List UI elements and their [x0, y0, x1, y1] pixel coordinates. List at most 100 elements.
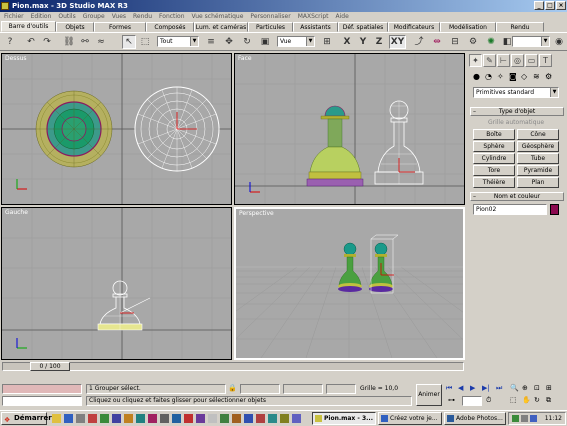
- cylinder-button[interactable]: Cylindre: [473, 153, 515, 164]
- torus-button[interactable]: Tore: [473, 165, 515, 176]
- tab-toolbar[interactable]: Barre d'outils: [1, 21, 56, 32]
- maximize-button[interactable]: □: [545, 1, 555, 10]
- axis-z-button[interactable]: Z: [372, 35, 386, 49]
- autogrid-checkbox[interactable]: Grille automatique: [473, 118, 559, 128]
- quicklaunch-desktop-icon[interactable]: [76, 414, 85, 423]
- move-icon[interactable]: ✥: [222, 35, 236, 49]
- tab-shapes[interactable]: Formes: [94, 22, 146, 32]
- menu-file[interactable]: Fichier: [4, 13, 24, 20]
- helpers-icon[interactable]: ◇: [521, 72, 527, 81]
- shapes-icon[interactable]: ◔: [485, 72, 492, 81]
- menu-tools[interactable]: Outils: [58, 13, 75, 20]
- region-zoom-icon[interactable]: ⬚: [510, 396, 517, 404]
- menu-views[interactable]: Vues: [112, 13, 126, 20]
- animate-button[interactable]: Animer: [416, 384, 442, 406]
- named-selection-dropdown[interactable]: ▼: [512, 36, 550, 47]
- redo-icon[interactable]: ↷: [40, 35, 54, 49]
- create-tab-icon[interactable]: ✦: [469, 54, 482, 67]
- pivot-center-icon[interactable]: ⊞: [320, 35, 334, 49]
- hierarchy-tab-icon[interactable]: ⊢: [497, 54, 510, 67]
- tray-app-icon[interactable]: [530, 415, 537, 422]
- material-editor-icon[interactable]: ✺: [484, 35, 498, 49]
- scale-icon[interactable]: ▣: [258, 35, 272, 49]
- quicklaunch-app4-icon[interactable]: [124, 414, 133, 423]
- task-photoshop[interactable]: Adobe Photos...: [444, 412, 506, 425]
- undo-icon[interactable]: ↶: [24, 35, 38, 49]
- tab-rendering[interactable]: Rendu: [496, 22, 544, 32]
- quicklaunch-app13-icon[interactable]: [232, 414, 241, 423]
- maxscript-listener[interactable]: [2, 384, 82, 394]
- selection-filter-dropdown[interactable]: Tout ▼: [157, 36, 199, 47]
- quicklaunch-app11-icon[interactable]: [208, 414, 217, 423]
- inverse-kinematics-icon[interactable]: ⤴: [412, 35, 426, 49]
- select-icon[interactable]: ↖: [122, 35, 136, 49]
- utilities-tab-icon[interactable]: T: [539, 54, 552, 67]
- minimize-button[interactable]: _: [534, 1, 544, 10]
- menu-customize[interactable]: Personnaliser: [250, 13, 290, 20]
- prev-frame-icon[interactable]: ◀: [458, 384, 463, 392]
- maximize-viewport-icon[interactable]: ⧉: [546, 396, 551, 405]
- tab-helpers[interactable]: Assistants: [293, 22, 338, 32]
- quicklaunch-app8-icon[interactable]: [172, 414, 181, 423]
- lock-icon[interactable]: 🔒: [228, 384, 237, 392]
- plane-button[interactable]: Plan: [517, 177, 559, 188]
- quicklaunch-app6-icon[interactable]: [148, 414, 157, 423]
- tray-volume-icon[interactable]: [521, 415, 528, 422]
- play-icon[interactable]: ▶: [470, 384, 475, 392]
- teapot-button[interactable]: Théière: [473, 177, 515, 188]
- quicklaunch-app15-icon[interactable]: [256, 414, 265, 423]
- task-3dsmax[interactable]: Pion.max - 3...: [312, 412, 376, 425]
- sphere-button[interactable]: Sphère: [473, 141, 515, 152]
- tab-modeling[interactable]: Modélisation: [440, 22, 496, 32]
- quicklaunch-app12-icon[interactable]: [220, 414, 229, 423]
- menu-edit[interactable]: Edition: [31, 13, 52, 20]
- reference-coord-dropdown[interactable]: Vue ▼: [277, 36, 315, 47]
- unlink-icon[interactable]: ⚯: [78, 35, 92, 49]
- goto-start-icon[interactable]: ⏮: [446, 384, 452, 393]
- zoom-extents-icon[interactable]: ⊡: [534, 384, 540, 392]
- viewport-left[interactable]: Gauche: [1, 207, 232, 360]
- cameras-icon[interactable]: ◙: [509, 72, 517, 81]
- quicklaunch-app2-icon[interactable]: [100, 414, 109, 423]
- tube-button[interactable]: Tube: [517, 153, 559, 164]
- name-color-rollout[interactable]: – Nom et couleur: [470, 192, 564, 201]
- viewport-perspective[interactable]: Perspective: [234, 207, 465, 360]
- quicklaunch-ie-icon[interactable]: [64, 414, 73, 423]
- maxscript-mini-listener[interactable]: [2, 396, 82, 406]
- quicklaunch-app10-icon[interactable]: [196, 414, 205, 423]
- task-browser[interactable]: Créez votre je...: [378, 412, 442, 425]
- axis-x-button[interactable]: X: [340, 35, 354, 49]
- quicklaunch-app7-icon[interactable]: [160, 414, 169, 423]
- quicklaunch-app3-icon[interactable]: [112, 414, 121, 423]
- category-dropdown[interactable]: Primitives standard ▼: [473, 87, 559, 98]
- start-button[interactable]: ❖ Démarrer: [1, 412, 52, 425]
- quicklaunch-explorer-icon[interactable]: [52, 414, 61, 423]
- object-type-rollout[interactable]: – Type d'objet: [470, 107, 564, 116]
- tab-space-warps[interactable]: Déf. spatiales: [338, 22, 388, 32]
- rotate-icon[interactable]: ↻: [240, 35, 254, 49]
- quicklaunch-app5-icon[interactable]: [136, 414, 145, 423]
- pan-icon[interactable]: ✋: [522, 396, 531, 404]
- goto-end-icon[interactable]: ⏭: [496, 384, 502, 393]
- mirror-icon[interactable]: ⇹: [430, 35, 444, 49]
- quicklaunch-app18-icon[interactable]: [292, 414, 301, 423]
- time-slider-thumb[interactable]: 0 / 100: [30, 362, 70, 371]
- next-frame-icon[interactable]: ▶|: [482, 384, 490, 392]
- tab-modifiers[interactable]: Modificateurs: [388, 22, 440, 32]
- tab-objects[interactable]: Objets: [56, 22, 94, 32]
- object-color-swatch[interactable]: [550, 204, 559, 215]
- tab-compound[interactable]: Composés: [146, 22, 194, 32]
- box-button[interactable]: Boîte: [473, 129, 515, 140]
- menu-render[interactable]: Rendu: [133, 13, 152, 20]
- region-select-icon[interactable]: ⬚: [138, 35, 152, 49]
- key-mode-icon[interactable]: ⊶: [448, 396, 455, 404]
- lights-icon[interactable]: ✧: [497, 72, 504, 81]
- tray-network-icon[interactable]: [512, 415, 519, 422]
- time-slider-track[interactable]: [2, 362, 464, 371]
- systems-icon[interactable]: ⚙: [545, 72, 552, 81]
- bind-space-warp-icon[interactable]: ≈: [94, 35, 108, 49]
- pyramid-button[interactable]: Pyramide: [517, 165, 559, 176]
- zoom-extents-all-icon[interactable]: ⊞: [546, 384, 552, 392]
- object-name-field[interactable]: Pion02: [473, 204, 547, 215]
- viewport-top[interactable]: Dessus: [1, 53, 232, 205]
